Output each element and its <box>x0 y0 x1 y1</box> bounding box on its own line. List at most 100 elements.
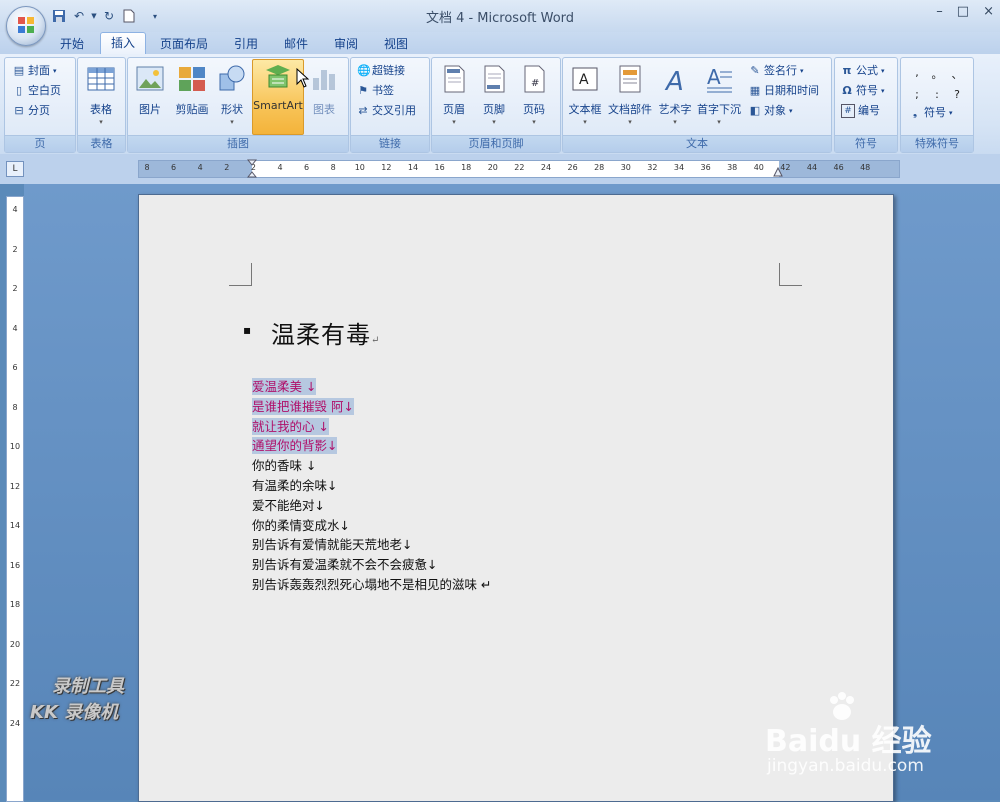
document-line[interactable]: 别告诉轰轰烈烈死心塌地不是相见的滋味 ↵ <box>252 575 491 595</box>
symbol-enum-comma[interactable]: 、 <box>947 66 967 82</box>
cross-reference-button[interactable]: ⇄ 交叉引用 <box>357 102 416 120</box>
document-line[interactable]: 你的柔情变成水↓ <box>252 516 491 536</box>
horizontal-ruler[interactable]: 8 6 4 2 2 4 6 8 10 12 14 16 18 20 22 24 26 28 30 32 34 36 38 40… <box>138 159 900 179</box>
symbol-drop-icon: ❟ <box>912 106 918 119</box>
tab-references[interactable]: 引用 <box>226 34 266 54</box>
ruler-tick-label: 28 <box>594 163 605 172</box>
document-line[interactable]: 有温柔的余味↓ <box>252 476 491 496</box>
line-text: 你的柔情变成水↓ <box>252 517 350 533</box>
object-icon: ◧ <box>749 104 761 117</box>
tab-view[interactable]: 视图 <box>376 34 416 54</box>
ruler-tick-label: 12 <box>381 163 392 172</box>
ruler-left-margin <box>139 161 252 177</box>
ruler-tick-label: 24 <box>540 163 552 172</box>
group-pages: ▤ 封面 ▾ ▯ 空白页 ⊟ 分页 页 <box>4 57 76 153</box>
document-line[interactable]: 是谁把谁摧毁 阿↓ <box>252 397 491 417</box>
document-line[interactable]: 就让我的心 ↓ <box>252 417 491 437</box>
signature-line-button[interactable]: ✎ 签名行 ▾ <box>749 62 803 80</box>
group-label-symbols: 符号 <box>835 135 897 152</box>
ruler-tick-label: 34 <box>673 163 685 172</box>
tab-review[interactable]: 审阅 <box>326 34 366 54</box>
header-button[interactable]: 页眉 ▾ <box>432 62 476 130</box>
close-button[interactable]: × <box>983 4 994 19</box>
table-button[interactable]: 表格 ▾ <box>79 62 123 130</box>
tab-page-layout[interactable]: 页面布局 <box>154 34 214 54</box>
symbol-semicolon[interactable]: ; <box>907 88 927 101</box>
date-time-button[interactable]: ▦ 日期和时间 <box>749 82 819 100</box>
page-break-button[interactable]: ⊟ 分页 <box>13 102 50 120</box>
hyperlink-button[interactable]: 🌐 超链接 <box>357 62 405 80</box>
bookmark-button[interactable]: ⚑ 书签 <box>357 82 394 100</box>
vertical-ruler-tick-label: 20 <box>9 639 21 649</box>
group-label-text: 文本 <box>563 135 831 152</box>
ruler-tick-label: 48 <box>860 163 871 172</box>
clip-art-icon <box>179 67 205 91</box>
customize-qat-icon[interactable]: ▾ <box>146 7 164 25</box>
new-doc-icon[interactable] <box>120 7 138 25</box>
vertical-ruler-tick-label: 4 <box>12 323 18 333</box>
numbering-button[interactable]: # 编号 <box>841 102 880 120</box>
symbol-question[interactable]: ? <box>947 88 967 101</box>
object-button[interactable]: ◧ 对象 ▾ <box>749 102 793 120</box>
line-text: 爱温柔美 ↓ <box>252 378 317 395</box>
document-heading[interactable]: 温柔有毒↵ <box>271 315 380 350</box>
minimize-button[interactable]: – <box>936 4 943 19</box>
calendar-icon: ▦ <box>749 84 761 97</box>
document-line[interactable]: 别告诉有爱情就能天荒地老↓ <box>252 535 491 555</box>
tab-insert[interactable]: 插入 <box>100 32 146 55</box>
clip-art-button[interactable]: 剪贴画 <box>170 62 214 130</box>
document-line[interactable]: 爱不能绝对↓ <box>252 496 491 516</box>
undo-dropdown-icon[interactable]: ▼ <box>90 7 98 25</box>
tab-mailings[interactable]: 邮件 <box>276 34 316 54</box>
document-line[interactable]: 爱温柔美 ↓ <box>252 377 491 397</box>
picture-button[interactable]: 图片 <box>128 62 172 130</box>
document-line[interactable]: 你的香味 ↓ <box>252 456 491 476</box>
redo-icon[interactable]: ↻ <box>100 7 118 25</box>
ruler-tick-label: 32 <box>647 163 658 172</box>
maximize-button[interactable]: □ <box>957 4 969 19</box>
symbol-period[interactable]: 。 <box>927 66 947 82</box>
tab-selector[interactable]: L <box>6 161 24 177</box>
document-line[interactable]: 别告诉有爱温柔就不会不会疲惫↓ <box>252 555 491 575</box>
symbol-colon[interactable]: : <box>927 88 947 101</box>
group-label-header-footer: 页眉和页脚 <box>432 135 560 152</box>
ruler-tick-label: 16 <box>434 163 445 172</box>
blank-page-button[interactable]: ▯ 空白页 <box>13 82 61 100</box>
window-controls: – □ × <box>936 4 994 19</box>
symbol-button[interactable]: Ω 符号 ▾ <box>841 82 884 100</box>
drop-cap-button[interactable]: A 首字下沉 ▾ <box>695 62 743 130</box>
wordart-icon: A <box>664 67 684 97</box>
ruler-tick-label: 18 <box>461 163 472 172</box>
cover-page-button[interactable]: ▤ 封面 ▾ <box>13 62 57 80</box>
tab-home[interactable]: 开始 <box>52 34 92 54</box>
text-box-button[interactable]: A 文本框 ▾ <box>563 62 607 130</box>
group-label-tables: 表格 <box>78 135 125 152</box>
symbol-comma[interactable]: , <box>907 66 927 82</box>
right-indent-marker-icon[interactable] <box>773 167 783 177</box>
document-line[interactable]: 通望你的背影↓ <box>252 436 491 456</box>
shapes-button[interactable]: 形状 ▾ <box>210 62 254 130</box>
cover-page-icon: ▤ <box>13 64 25 77</box>
office-button[interactable] <box>6 6 46 46</box>
group-links: 🌐 超链接 ⚑ 书签 ⇄ 交叉引用 链接 <box>350 57 430 153</box>
shapes-icon <box>219 65 245 91</box>
footer-button[interactable]: 页脚 ▾ <box>472 62 516 130</box>
ruler-tick-label: 6 <box>304 163 310 172</box>
vertical-ruler[interactable]: 4 2 2 4 6 8 10 12 14 16 18 20 22 24 <box>6 196 24 802</box>
page-number-button[interactable]: # 页码 ▾ <box>512 62 556 130</box>
wordart-button[interactable]: A 艺术字 ▾ <box>653 62 697 130</box>
quick-parts-button[interactable]: 文档部件 ▾ <box>607 62 653 130</box>
undo-icon[interactable]: ↶ <box>70 7 88 25</box>
group-special-symbols: , 。 、 ; : ? ❟ 符号 ▾ 特殊符号 <box>900 57 974 153</box>
document-body[interactable]: 爱温柔美 ↓ 是谁把谁摧毁 阿↓ 就让我的心 ↓ 通望你的背影↓ 你的香味 ↓ 有温柔的余… <box>252 377 491 595</box>
more-symbols-button[interactable]: ❟ 符号 ▾ <box>909 104 953 122</box>
pi-icon: π <box>842 64 852 77</box>
vertical-ruler-tick-label: 8 <box>12 402 18 412</box>
vertical-ruler-tick-label: 2 <box>12 284 18 293</box>
line-text: 爱不能绝对↓ <box>252 497 325 513</box>
equation-button[interactable]: π 公式 ▾ <box>841 62 885 80</box>
ruler-tick-label: 6 <box>171 163 177 172</box>
ruler-tick-label: 10 <box>354 163 365 172</box>
save-icon[interactable] <box>50 7 68 25</box>
indent-marker-icon[interactable] <box>247 159 257 179</box>
